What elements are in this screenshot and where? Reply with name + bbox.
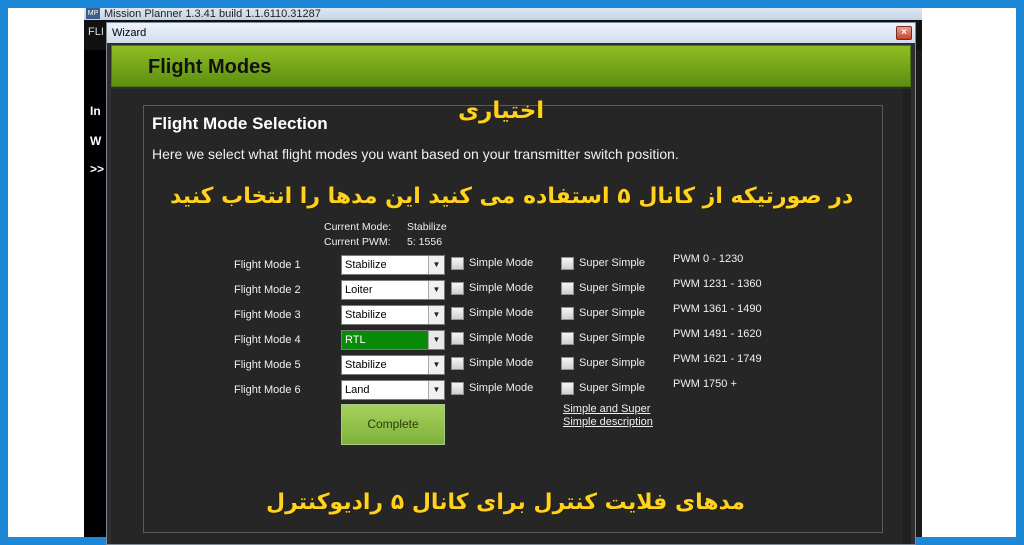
simple-mode-3-label: Simple Mode [469,307,534,319]
chevron-down-icon[interactable]: ▼ [428,381,444,399]
chevron-down-icon[interactable]: ▼ [428,331,444,349]
current-pwm-label: Current PWM: [324,236,391,248]
pwm-range-2: PWM 1231 - 1360 [673,278,762,290]
page-title: Flight Modes [148,56,272,78]
super-simple-6-label: Super Simple [579,382,646,394]
bottom-annotation: مدهای فلایت کنترل برای کانال ۵ رادیوکنتر… [266,490,745,515]
simple-mode-1-label: Simple Mode [469,257,534,269]
wizard-title: Wizard [112,27,147,39]
super-simple-2-label: Super Simple [579,282,646,294]
app-logo-icon: MP [86,8,100,19]
simple-link-line-2: Simple description [563,416,653,428]
flight-mode-5-select[interactable]: Stabilize ▼ [341,355,445,375]
super-simple-1-label: Super Simple [579,257,646,269]
side-text-3: >> [90,162,105,176]
current-mode-label: Current Mode: [324,221,392,233]
simple-description-link[interactable]: Simple and Super Simple description [563,403,663,429]
side-text-1: In [90,104,101,118]
simple-link-line-1: Simple and Super [563,403,651,415]
flight-mode-1-select[interactable]: Stabilize ▼ [341,255,445,275]
super-simple-4-checkbox[interactable] [561,332,574,345]
flight-mode-2-select[interactable]: Loiter ▼ [341,280,445,300]
wizard-header: Flight Modes [111,45,911,87]
flight-mode-4-label: Flight Mode 4 [234,334,301,346]
flight-mode-panel: Flight Mode Selection Here we select wha… [143,105,883,533]
flight-mode-4-value: RTL [345,334,366,346]
flight-mode-1-value: Stabilize [345,259,387,271]
super-simple-2-checkbox[interactable] [561,282,574,295]
pwm-range-3: PWM 1361 - 1490 [673,303,762,315]
pwm-range-6: PWM 1750 + [673,378,737,390]
super-simple-6-checkbox[interactable] [561,382,574,395]
menu-item-flight-data[interactable]: FLI [88,26,104,38]
simple-mode-6-checkbox[interactable] [451,382,464,395]
flight-mode-4-select[interactable]: RTL ▼ [341,330,445,350]
selection-title: Flight Mode Selection [152,114,328,133]
flight-mode-6-label: Flight Mode 6 [234,384,301,396]
simple-mode-6-label: Simple Mode [469,382,534,394]
flight-mode-2-label: Flight Mode 2 [234,284,301,296]
simple-mode-2-label: Simple Mode [469,282,534,294]
wizard-body: Flight Mode Selection Here we select wha… [111,89,911,544]
flight-mode-6-select[interactable]: Land ▼ [341,380,445,400]
super-simple-3-label: Super Simple [579,307,646,319]
app-side-panel: In W >> [84,50,108,537]
simple-mode-5-checkbox[interactable] [451,357,464,370]
flight-mode-2-value: Loiter [345,284,373,296]
super-simple-5-label: Super Simple [579,357,646,369]
instruction-annotation: در صورتیکه از کانال ۵ استفاده می کنید ای… [170,184,854,209]
flight-mode-3-select[interactable]: Stabilize ▼ [341,305,445,325]
complete-button[interactable]: Complete [341,404,445,445]
chevron-down-icon[interactable]: ▼ [428,281,444,299]
flight-mode-5-value: Stabilize [345,359,387,371]
flight-mode-3-value: Stabilize [345,309,387,321]
chevron-down-icon[interactable]: ▼ [428,356,444,374]
app-title: Mission Planner 1.3.41 build 1.1.6110.31… [104,8,321,20]
flight-mode-1-label: Flight Mode 1 [234,259,301,271]
pwm-range-1: PWM 0 - 1230 [673,253,744,265]
flight-mode-3-label: Flight Mode 3 [234,309,301,321]
pwm-range-5: PWM 1621 - 1749 [673,353,762,365]
flight-mode-6-value: Land [345,384,370,396]
super-simple-3-checkbox[interactable] [561,307,574,320]
side-text-2: W [90,134,102,148]
current-pwm-value: 5: 1556 [407,236,443,248]
super-simple-1-checkbox[interactable] [561,257,574,270]
simple-mode-3-checkbox[interactable] [451,307,464,320]
pwm-range-4: PWM 1491 - 1620 [673,328,762,340]
super-simple-4-label: Super Simple [579,332,646,344]
right-margin [922,8,1016,537]
current-mode-value: Stabilize [407,221,447,233]
simple-mode-4-label: Simple Mode [469,332,534,344]
app-titlebar: MP Mission Planner 1.3.41 build 1.1.6110.… [84,8,922,20]
close-icon[interactable]: × [896,26,912,40]
wizard-titlebar: Wizard × [107,23,915,43]
chevron-down-icon[interactable]: ▼ [428,306,444,324]
left-margin [8,8,84,537]
wizard-scrollbar[interactable] [903,89,911,544]
simple-mode-2-checkbox[interactable] [451,282,464,295]
super-simple-5-checkbox[interactable] [561,357,574,370]
chevron-down-icon[interactable]: ▼ [428,256,444,274]
simple-mode-1-checkbox[interactable] [451,257,464,270]
simple-mode-4-checkbox[interactable] [451,332,464,345]
simple-mode-5-label: Simple Mode [469,357,534,369]
optional-annotation: اختیاری [458,98,545,124]
flight-mode-5-label: Flight Mode 5 [234,359,301,371]
selection-description: Here we select what flight modes you wan… [152,146,679,162]
